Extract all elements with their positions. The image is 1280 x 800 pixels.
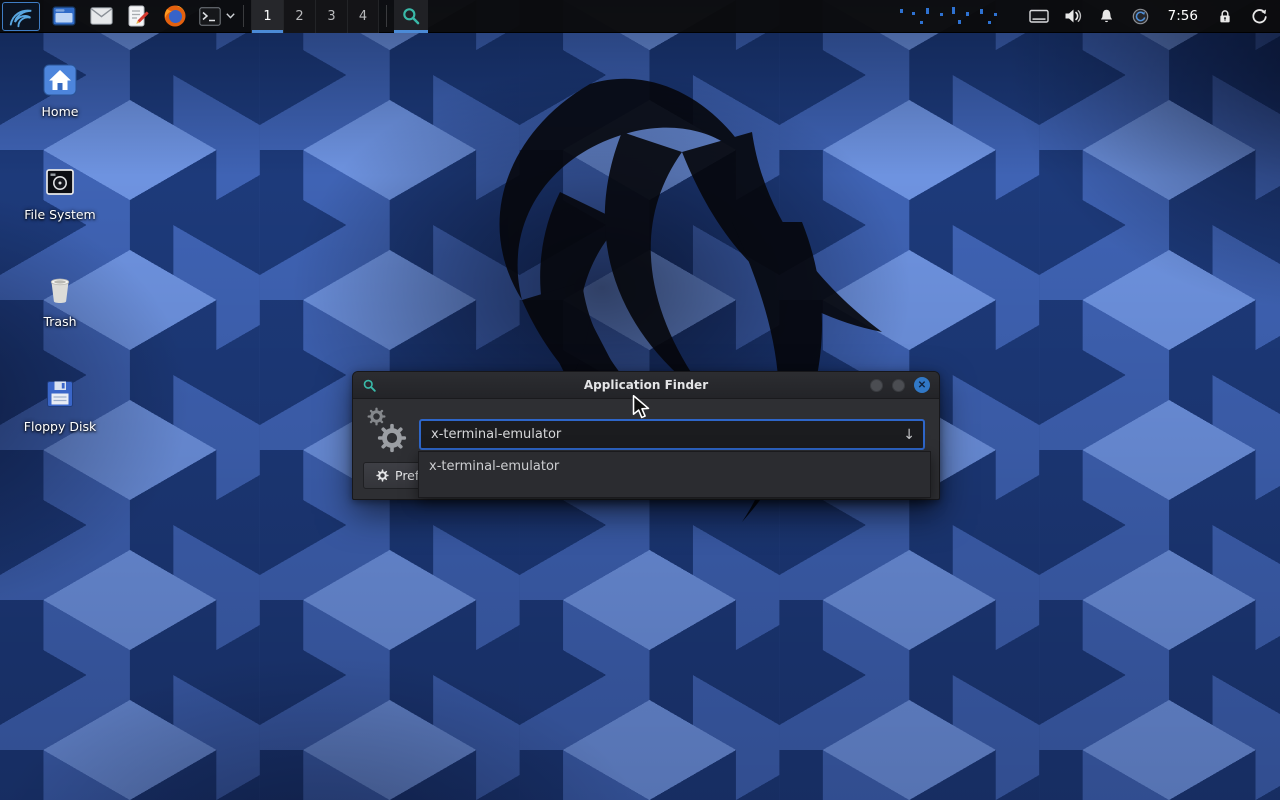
desktop-icon-file-system[interactable]: File System — [12, 161, 108, 222]
volume-control[interactable] — [1062, 4, 1084, 28]
floppy-disk-icon — [12, 373, 108, 411]
keyboard-icon — [1029, 8, 1049, 24]
firefox-icon — [163, 4, 187, 28]
logout-restart-icon — [1251, 8, 1268, 25]
update-indicator[interactable] — [1130, 4, 1152, 28]
suggestion-item[interactable]: x-terminal-emulator — [419, 452, 930, 481]
text-editor-icon — [127, 5, 149, 27]
desktop-icon-label: File System — [12, 208, 108, 222]
text-editor-launcher[interactable] — [124, 2, 152, 30]
terminal-icon — [199, 7, 221, 26]
folder-icon — [90, 7, 113, 25]
top-panel: 1 2 3 4 — [0, 0, 1280, 33]
panel-tray: 7:56 — [896, 3, 1280, 29]
workspace-switcher: 1 2 3 4 — [251, 0, 379, 33]
taskbar-application-finder[interactable] — [394, 0, 428, 33]
keyboard-indicator[interactable] — [1028, 4, 1050, 28]
volume-icon — [1064, 8, 1082, 24]
quick-launchers — [50, 2, 236, 30]
workspace-label: 1 — [263, 9, 271, 24]
folder-launcher[interactable] — [87, 2, 115, 30]
firefox-launcher[interactable] — [161, 2, 189, 30]
search-suggestions-popup: x-terminal-emulator — [418, 451, 931, 498]
notifications[interactable] — [1096, 4, 1118, 28]
window-titlebar[interactable]: Application Finder ✕ — [353, 372, 939, 399]
window-title: Application Finder — [584, 378, 708, 392]
update-icon — [1132, 8, 1149, 25]
workspace-button-4[interactable]: 4 — [347, 0, 379, 33]
close-icon: ✕ — [918, 380, 926, 391]
workspace-label: 2 — [295, 9, 303, 24]
search-input[interactable] — [421, 421, 903, 448]
workspace-button-2[interactable]: 2 — [283, 0, 315, 33]
kali-desktop: 1 2 3 4 — [0, 0, 1280, 800]
workspace-button-3[interactable]: 3 — [315, 0, 347, 33]
maximize-button[interactable] — [892, 379, 905, 392]
panel-separator — [243, 5, 244, 27]
desktop-icon-home[interactable]: Home — [12, 58, 108, 119]
gears-illustration-icon — [361, 405, 415, 467]
home-icon — [12, 58, 108, 96]
desktop-icon-label: Trash — [12, 315, 108, 329]
application-finder-icon — [401, 6, 421, 26]
terminal-launcher[interactable] — [198, 2, 222, 30]
bell-icon — [1098, 8, 1115, 25]
workspace-label: 3 — [327, 9, 335, 24]
application-finder-icon — [362, 378, 377, 393]
system-monitor-graph[interactable] — [896, 3, 1016, 29]
clock[interactable]: 7:56 — [1164, 8, 1202, 24]
applications-menu-button[interactable] — [2, 2, 40, 31]
combo-dropdown-arrow-icon[interactable]: ↓ — [903, 427, 923, 443]
lock-icon — [1217, 8, 1233, 25]
desktop-icon-trash[interactable]: Trash — [12, 268, 108, 329]
panel-separator — [386, 5, 387, 27]
file-manager-launcher[interactable] — [50, 2, 78, 30]
gear-icon — [376, 469, 389, 482]
workspace-button-1[interactable]: 1 — [251, 0, 283, 33]
application-finder-window: Application Finder ✕ ↓ Preferen — [352, 371, 940, 500]
desktop-icon-label: Home — [12, 105, 108, 119]
chevron-down-icon — [226, 13, 235, 19]
file-manager-icon — [52, 6, 76, 26]
lock-screen-button[interactable] — [1214, 4, 1236, 28]
session-logout-button[interactable] — [1248, 4, 1270, 28]
trash-icon — [12, 268, 108, 306]
kali-logo-icon — [8, 4, 34, 28]
workspace-label: 4 — [359, 9, 367, 24]
terminal-dropdown-toggle[interactable] — [224, 2, 236, 30]
file-system-icon — [12, 161, 108, 199]
desktop-icon-floppy-disk[interactable]: Floppy Disk — [12, 373, 108, 434]
desktop-icon-label: Floppy Disk — [12, 420, 108, 434]
search-combo: ↓ — [419, 419, 925, 450]
close-button[interactable]: ✕ — [914, 377, 930, 393]
minimize-button[interactable] — [870, 379, 883, 392]
